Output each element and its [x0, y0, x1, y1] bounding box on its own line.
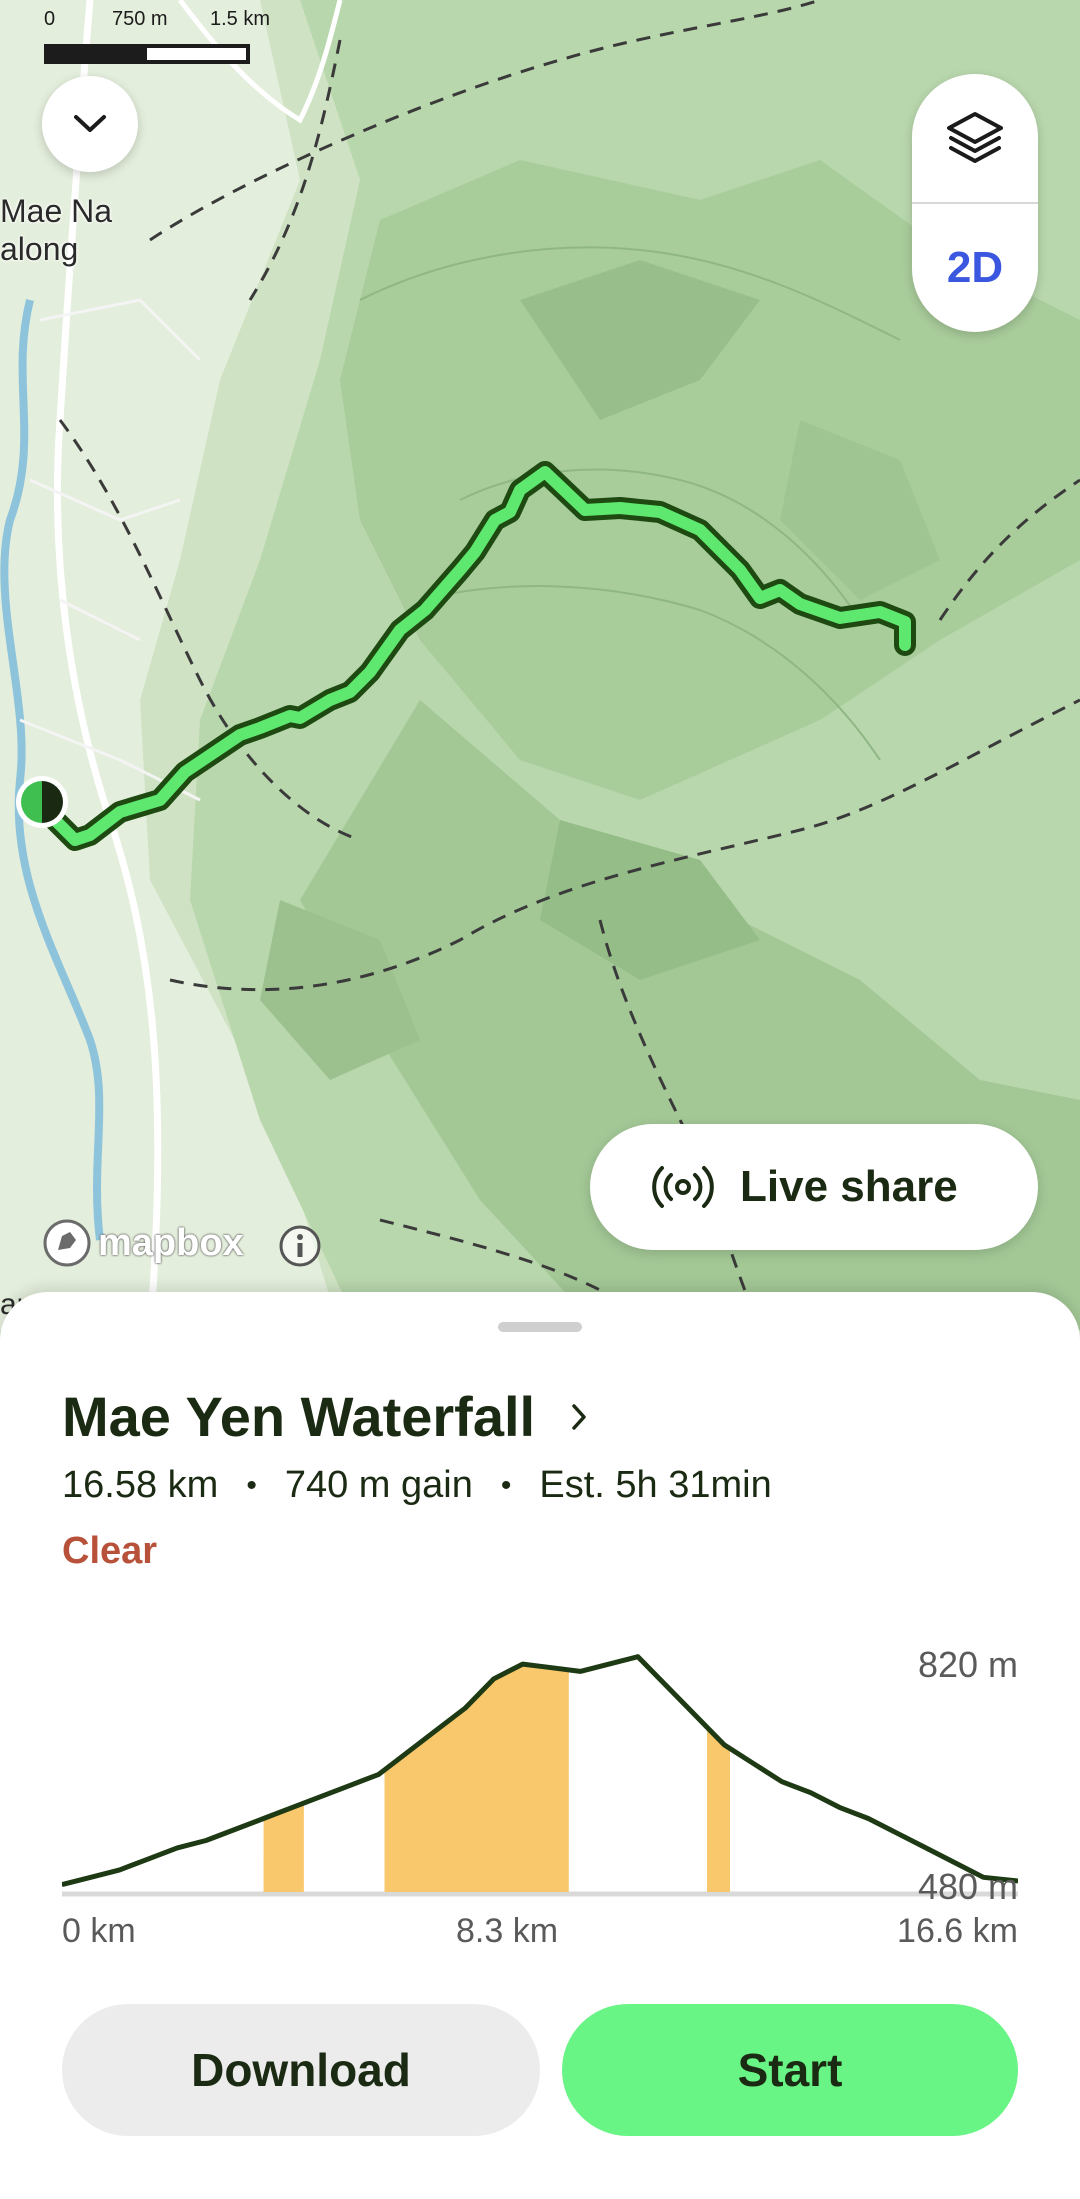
- elevation-point: [694, 1714, 697, 1717]
- map-controls: 2D: [912, 74, 1038, 332]
- elevation-point: [636, 1655, 640, 1659]
- route-time-estimate: Est. 5h 31min: [539, 1464, 772, 1506]
- elevation-point: [290, 1805, 294, 1809]
- elevation-point: [780, 1780, 784, 1784]
- elevation-point: [809, 1791, 813, 1795]
- distance-mid-label: 8.3 km: [456, 1912, 559, 1950]
- place-label-mae-na: Mae Na along: [0, 193, 113, 267]
- elevation-point: [146, 1857, 150, 1861]
- elevation-point: [492, 1677, 496, 1681]
- elevation-point: [924, 1846, 928, 1850]
- elevation-point: [953, 1861, 957, 1865]
- elevation-profile[interactable]: 820 m 480 m 0 km 8.3 km 16.6 km: [62, 1622, 1018, 1952]
- elevation-chart: [62, 1654, 1018, 1897]
- elevation-point: [89, 1875, 93, 1879]
- elevation-point: [550, 1666, 553, 1670]
- elevation-min-label: 480 m: [917, 1866, 1018, 1907]
- elevation-point: [233, 1828, 237, 1831]
- view-mode-toggle[interactable]: 2D: [912, 204, 1038, 332]
- elevation-point: [607, 1662, 611, 1666]
- elevation-point: [377, 1772, 381, 1776]
- download-button[interactable]: Download: [62, 2004, 540, 2136]
- route-title: Mae Yen Waterfall: [62, 1385, 536, 1448]
- route-title-link[interactable]: Mae Yen Waterfall: [62, 1384, 587, 1449]
- elevation-point: [463, 1706, 467, 1710]
- elevation-steep-section-3: [707, 1727, 731, 1892]
- elevation-point: [838, 1805, 841, 1809]
- live-share-button[interactable]: Live share: [590, 1124, 1038, 1250]
- info-icon[interactable]: [278, 1224, 322, 1268]
- broadcast-icon: [652, 1166, 714, 1208]
- elevation-point: [895, 1831, 899, 1835]
- elevation-point: [319, 1794, 323, 1798]
- elevation-point: [434, 1728, 438, 1732]
- mapbox-wordmark: mapbox: [98, 1221, 244, 1264]
- scale-end-label: 1.5 km: [210, 8, 271, 30]
- mapbox-icon: [43, 1219, 91, 1267]
- scale-zero-label: 0: [44, 8, 56, 30]
- elevation-point: [262, 1817, 266, 1820]
- elevation-point: [521, 1662, 525, 1666]
- elevation-point: [578, 1669, 582, 1673]
- route-elevation-gain: 740 m gain: [284, 1464, 473, 1506]
- map-view[interactable]: 0 750 m 1.5 km Mae Na along 2D Live shar…: [0, 0, 1080, 1330]
- elevation-point: [175, 1846, 179, 1850]
- elevation-point: [665, 1684, 669, 1688]
- route-stats: 16.58 km • 740 m gain • Est. 5h 31min: [62, 1464, 772, 1507]
- distance-end-label: 16.6 km: [897, 1912, 1018, 1950]
- sheet-drag-handle[interactable]: [498, 1322, 582, 1332]
- layers-button[interactable]: [912, 74, 1038, 202]
- distance-start-label: 0 km: [62, 1912, 136, 1950]
- elevation-point: [866, 1817, 870, 1820]
- elevation-point: [204, 1839, 208, 1842]
- route-distance: 16.58 km: [62, 1464, 219, 1506]
- elevation-max-label: 820 m: [917, 1644, 1018, 1685]
- chevron-down-icon: [74, 115, 106, 132]
- elevation-point: [406, 1750, 409, 1754]
- weather-status: Clear: [62, 1530, 158, 1572]
- route-start-marker[interactable]: [16, 776, 68, 828]
- stats-separator: •: [246, 1468, 257, 1502]
- scale-bar-graphic: [44, 44, 250, 64]
- elevation-point: [118, 1868, 122, 1872]
- layers-icon: [947, 112, 1003, 163]
- action-buttons: Download Start: [62, 2004, 1018, 2136]
- start-button[interactable]: Start: [562, 2004, 1018, 2136]
- elevation-point: [722, 1743, 726, 1747]
- chevron-right-icon: [572, 1403, 586, 1430]
- elevation-point: [348, 1783, 352, 1787]
- elevation-point: [751, 1761, 755, 1765]
- scale-mid-label: 750 m: [112, 8, 168, 30]
- mapbox-logo[interactable]: mapbox: [42, 1218, 244, 1268]
- collapse-map-button[interactable]: [42, 76, 138, 172]
- live-share-label: Live share: [740, 1162, 958, 1211]
- stats-separator: •: [500, 1468, 512, 1502]
- route-details-sheet: Mae Yen Waterfall 16.58 km • 740 m gain …: [0, 1292, 1080, 2199]
